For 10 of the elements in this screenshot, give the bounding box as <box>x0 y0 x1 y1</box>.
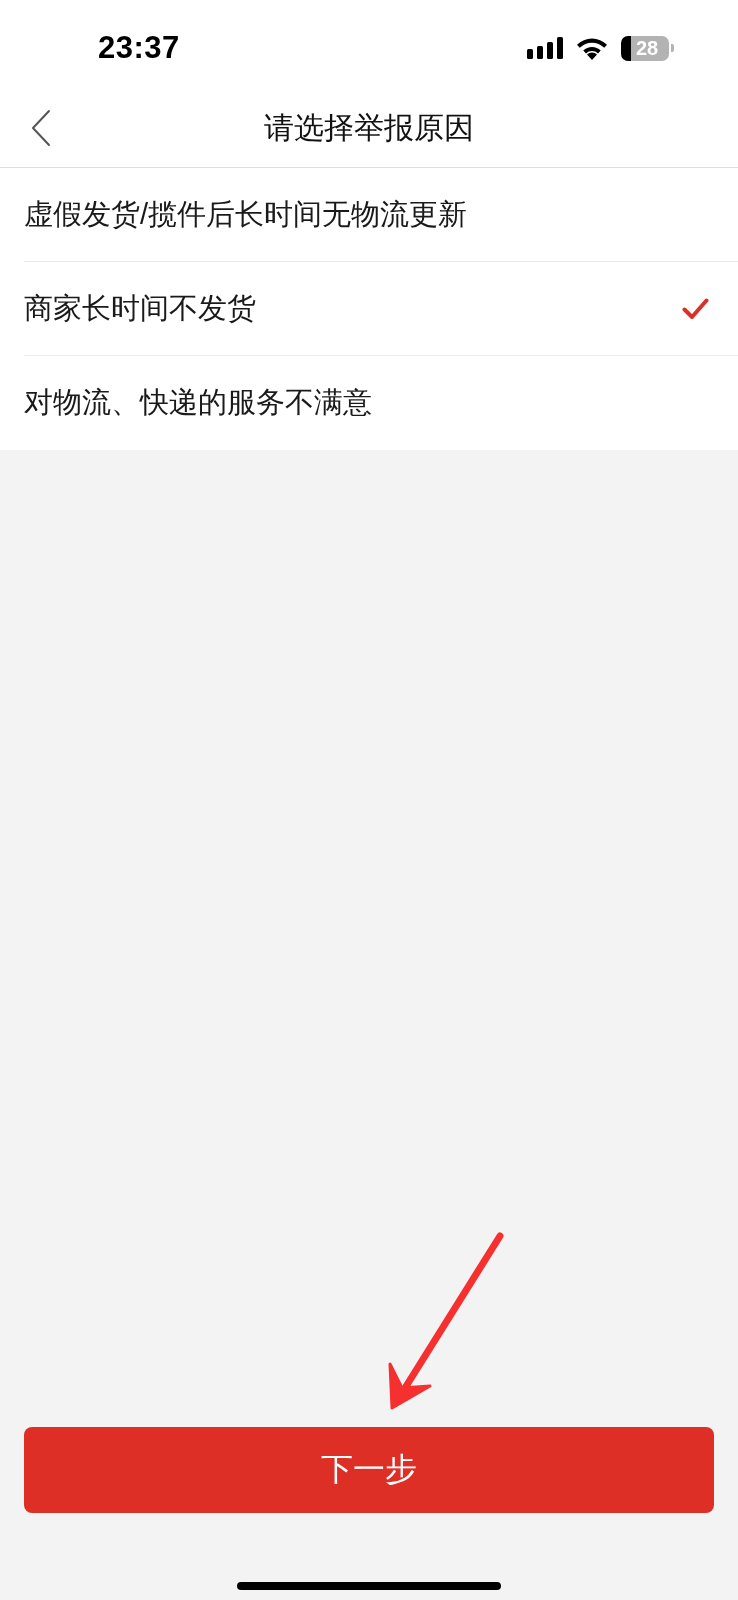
chevron-left-icon <box>31 109 51 147</box>
wifi-icon <box>576 36 608 60</box>
page-title: 请选择举报原因 <box>264 110 474 146</box>
reason-option[interactable]: 虚假发货/揽件后长时间无物流更新 <box>24 168 738 262</box>
next-step-button[interactable]: 下一步 <box>24 1427 714 1513</box>
signal-icon <box>527 37 563 59</box>
status-time: 23:37 <box>98 30 180 66</box>
reason-option[interactable]: 对物流、快递的服务不满意 <box>24 356 738 450</box>
reason-option[interactable]: 商家长时间不发货 <box>24 262 738 356</box>
battery-indicator: 28 <box>621 35 674 61</box>
